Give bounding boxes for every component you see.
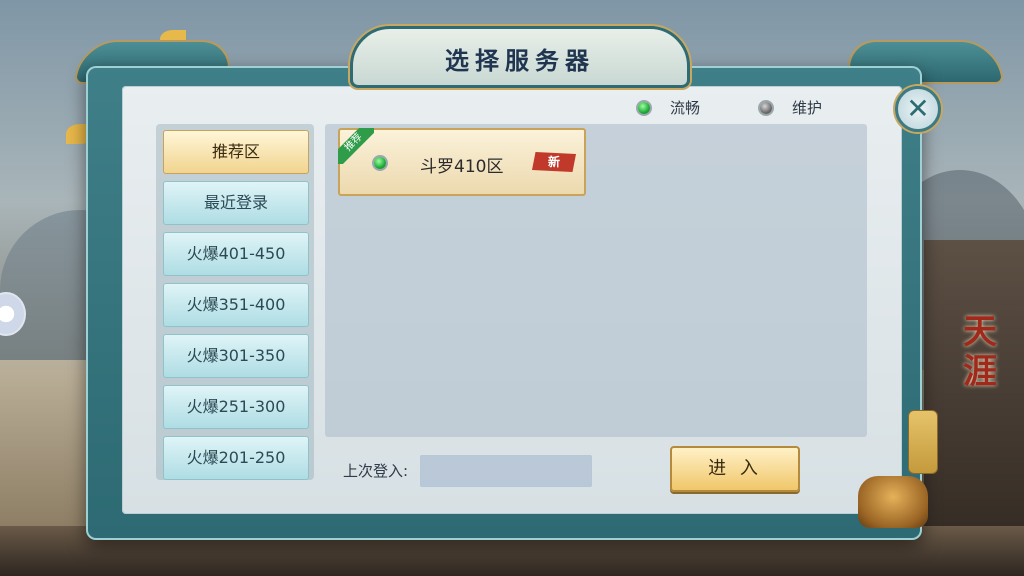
title-plaque: 选择服务器: [350, 26, 690, 88]
recommend-ribbon-label: 推荐: [338, 128, 374, 164]
server-item[interactable]: 推荐 斗罗410区 新: [338, 128, 586, 196]
enter-button[interactable]: 进 入: [670, 446, 800, 492]
side-calligraphy: 天涯: [963, 312, 997, 392]
last-login-label: 上次登入:: [343, 462, 409, 480]
server-name: 斗罗410区: [420, 157, 504, 177]
tab-hot-251-300[interactable]: 火爆251-300: [163, 385, 309, 429]
tab-hot-201-250[interactable]: 火爆201-250: [163, 436, 309, 480]
close-icon: ✕: [906, 92, 930, 125]
legend-smooth: 流畅: [638, 97, 700, 118]
status-grey-icon: [760, 101, 772, 114]
legend-label: 流畅: [670, 99, 701, 117]
server-tab-list[interactable]: 推荐区 最近登录 火爆401-450 火爆351-400 火爆301-350 火…: [156, 124, 314, 480]
dialog-title: 选择服务器: [445, 46, 595, 75]
new-badge: 新: [532, 152, 576, 172]
tab-hot-401-450[interactable]: 火爆401-450: [163, 232, 309, 276]
legend-maintenance: 维护: [760, 97, 822, 118]
close-button[interactable]: ✕: [895, 86, 941, 132]
legend-label: 维护: [792, 99, 823, 117]
tab-recommended[interactable]: 推荐区: [163, 130, 309, 174]
status-green-icon: [374, 157, 386, 169]
recommend-ribbon: 推荐: [338, 128, 374, 164]
tab-hot-351-400[interactable]: 火爆351-400: [163, 283, 309, 327]
incense-burner-icon: [858, 476, 928, 528]
tab-hot-301-350[interactable]: 火爆301-350: [163, 334, 309, 378]
last-login-field[interactable]: [420, 455, 592, 487]
tab-recent-login[interactable]: 最近登录: [163, 181, 309, 225]
scroll-handle-icon[interactable]: [908, 410, 938, 474]
status-green-icon: [638, 101, 650, 114]
